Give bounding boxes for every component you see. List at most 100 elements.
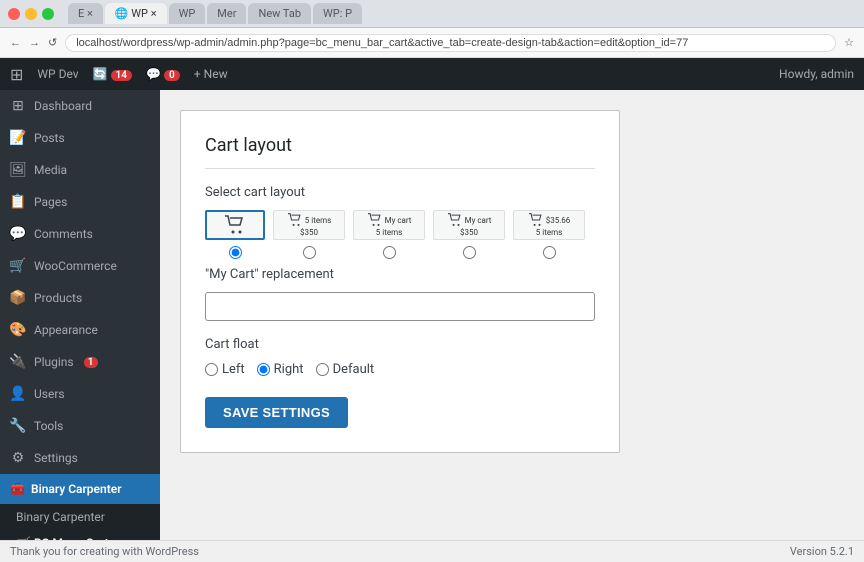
cart-icon-2 — [287, 213, 303, 227]
sidebar-item-pages[interactable]: 📋 Pages — [0, 186, 160, 218]
dashboard-icon: ⊞ — [10, 98, 26, 114]
sidebar-item-products[interactable]: 📦 Products — [0, 282, 160, 314]
my-cart-replacement-label: "My Cart" replacement — [205, 267, 595, 282]
browser-tab-4[interactable]: New Tab — [248, 3, 311, 24]
sidebar-item-settings[interactable]: ⚙ Settings — [0, 442, 160, 474]
binary-carpenter-title: Binary Carpenter — [31, 482, 122, 496]
cart-float-label: Cart float — [205, 337, 595, 352]
cart-layout-radio-1[interactable] — [229, 246, 242, 259]
users-label: Users — [34, 387, 65, 401]
users-icon: 👤 — [10, 386, 26, 402]
cart-layout-img-1 — [205, 210, 265, 240]
cart-layout-radio-input-3[interactable] — [383, 246, 396, 259]
comments-icon[interactable]: 💬 0 — [146, 67, 180, 81]
browser-bar: E × 🌐 WP × WP Mer New Tab WP: P — [0, 0, 864, 28]
browser-tab-3[interactable]: Mer — [207, 3, 246, 24]
browser-tab-active[interactable]: 🌐 WP × — [105, 3, 167, 24]
sidebar-item-comments[interactable]: 💬 Comments — [0, 218, 160, 250]
sidebar-item-users[interactable]: 👤 Users — [0, 378, 160, 410]
window-controls[interactable] — [8, 8, 54, 20]
cart-float-left-option[interactable]: Left — [205, 362, 245, 377]
browser-tab[interactable]: E × — [68, 3, 103, 24]
cart-float-right-radio[interactable] — [257, 363, 270, 376]
sidebar-item-dashboard[interactable]: ⊞ Dashboard — [0, 90, 160, 122]
binary-carpenter-header[interactable]: 🧰 Binary Carpenter — [0, 474, 160, 504]
address-input[interactable] — [65, 34, 836, 52]
site-name[interactable]: WP Dev — [37, 67, 78, 81]
cart-float-default-radio[interactable] — [316, 363, 329, 376]
cart-layout-radio-input-5[interactable] — [543, 246, 556, 259]
wp-admin-bar: ⊞ WP Dev 🔄 14 💬 0 + New Howdy, admin — [0, 58, 864, 90]
sidebar-item-media[interactable]: 🖼 Media — [0, 154, 160, 186]
updates-icon[interactable]: 🔄 14 — [93, 67, 132, 81]
cart-layout-img-4: My cart $350 — [433, 210, 505, 240]
content-area: Cart layout Select cart layout — [160, 90, 864, 540]
cart-layout-radio-5[interactable] — [543, 246, 556, 259]
browser-tab-2[interactable]: WP — [169, 3, 206, 24]
cart-layouts: 5 items $350 — [205, 210, 595, 259]
forward-button[interactable]: → — [29, 36, 40, 49]
cart-layout-label: Select cart layout — [205, 185, 595, 200]
binary-carpenter-icon: 🧰 — [10, 482, 25, 496]
cart-layout-option-2[interactable]: 5 items $350 — [273, 210, 345, 259]
cart-layout-radio-3[interactable] — [383, 246, 396, 259]
cart-float-default-option[interactable]: Default — [316, 362, 375, 377]
sidebar-item-woocommerce[interactable]: 🛒 WooCommerce — [0, 250, 160, 282]
cart-layout-img-5: $35.66 5 items — [513, 210, 585, 240]
bc-submenu-item-cart[interactable]: 🛒 BC Menu Cart — [0, 530, 160, 540]
cart-layout-radio-4[interactable] — [463, 246, 476, 259]
comments-label: Comments — [34, 227, 93, 241]
browser-tab-5[interactable]: WP: P — [313, 3, 362, 24]
cart-layout-option-3[interactable]: My cart 5 items — [353, 210, 425, 259]
appearance-icon: 🎨 — [10, 322, 26, 338]
cart-layout-radio-input-2[interactable] — [303, 246, 316, 259]
wp-logo-icon[interactable]: ⊞ — [10, 65, 23, 84]
cart-layout-radio-input-4[interactable] — [463, 246, 476, 259]
pages-label: Pages — [34, 195, 67, 209]
settings-label: Settings — [34, 451, 78, 465]
bottom-bar: Thank you for creating with WordPress Ve… — [0, 540, 864, 562]
close-button[interactable] — [8, 8, 20, 20]
cart-float-default-label: Default — [333, 362, 375, 377]
cart-layout-option-1[interactable] — [205, 210, 265, 259]
comments-menu-icon: 💬 — [10, 226, 26, 242]
minimize-button[interactable] — [25, 8, 37, 20]
sidebar-item-tools[interactable]: 🔧 Tools — [0, 410, 160, 442]
posts-icon: 📝 — [10, 130, 26, 146]
cart-float-left-radio[interactable] — [205, 363, 218, 376]
cart-layout-option-4[interactable]: My cart $350 — [433, 210, 505, 259]
sidebar-item-plugins[interactable]: 🔌 Plugins 1 — [0, 346, 160, 378]
browser-tabs: E × 🌐 WP × WP Mer New Tab WP: P — [68, 3, 856, 24]
tools-icon: 🔧 — [10, 418, 26, 434]
bc-submenu-item-main[interactable]: Binary Carpenter — [0, 504, 160, 530]
plugins-badge: 1 — [84, 357, 98, 368]
plugins-label: Plugins — [34, 355, 74, 369]
reload-button[interactable]: ↺ — [48, 36, 57, 49]
posts-label: Posts — [34, 131, 65, 145]
sidebar: ⊞ Dashboard 📝 Posts 🖼 Media 📋 Pages 💬 Co… — [0, 90, 160, 540]
pages-icon: 📋 — [10, 194, 26, 210]
cart-layout-radio-2[interactable] — [303, 246, 316, 259]
sidebar-item-appearance[interactable]: 🎨 Appearance — [0, 314, 160, 346]
my-cart-replacement-input[interactable] — [205, 292, 595, 321]
products-label: Products — [34, 291, 82, 305]
cart-float-right-option[interactable]: Right — [257, 362, 304, 377]
media-icon: 🖼 — [10, 162, 26, 178]
bc-menu-cart-icon: 🛒 — [16, 536, 34, 540]
wp-layout: ⊞ Dashboard 📝 Posts 🖼 Media 📋 Pages 💬 Co… — [0, 90, 864, 540]
settings-card: Cart layout Select cart layout — [180, 110, 620, 453]
cart-layout-radio-input-1[interactable] — [229, 246, 242, 259]
cart-icon-4 — [447, 213, 463, 227]
cart-float-right-label: Right — [274, 362, 304, 377]
version-text: Version 5.2.1 — [790, 545, 854, 558]
sidebar-item-posts[interactable]: 📝 Posts — [0, 122, 160, 154]
footer-note: Thank you for creating with WordPress — [10, 545, 199, 558]
updates-badge: 14 — [111, 70, 132, 81]
bookmark-icon[interactable]: ☆ — [844, 36, 854, 49]
maximize-button[interactable] — [42, 8, 54, 20]
new-content-button[interactable]: + New — [194, 67, 228, 81]
cart-layout-img-3: My cart 5 items — [353, 210, 425, 240]
cart-layout-option-5[interactable]: $35.66 5 items — [513, 210, 585, 259]
back-button[interactable]: ← — [10, 36, 21, 49]
save-settings-button[interactable]: SAVE SETTINGS — [205, 397, 348, 428]
